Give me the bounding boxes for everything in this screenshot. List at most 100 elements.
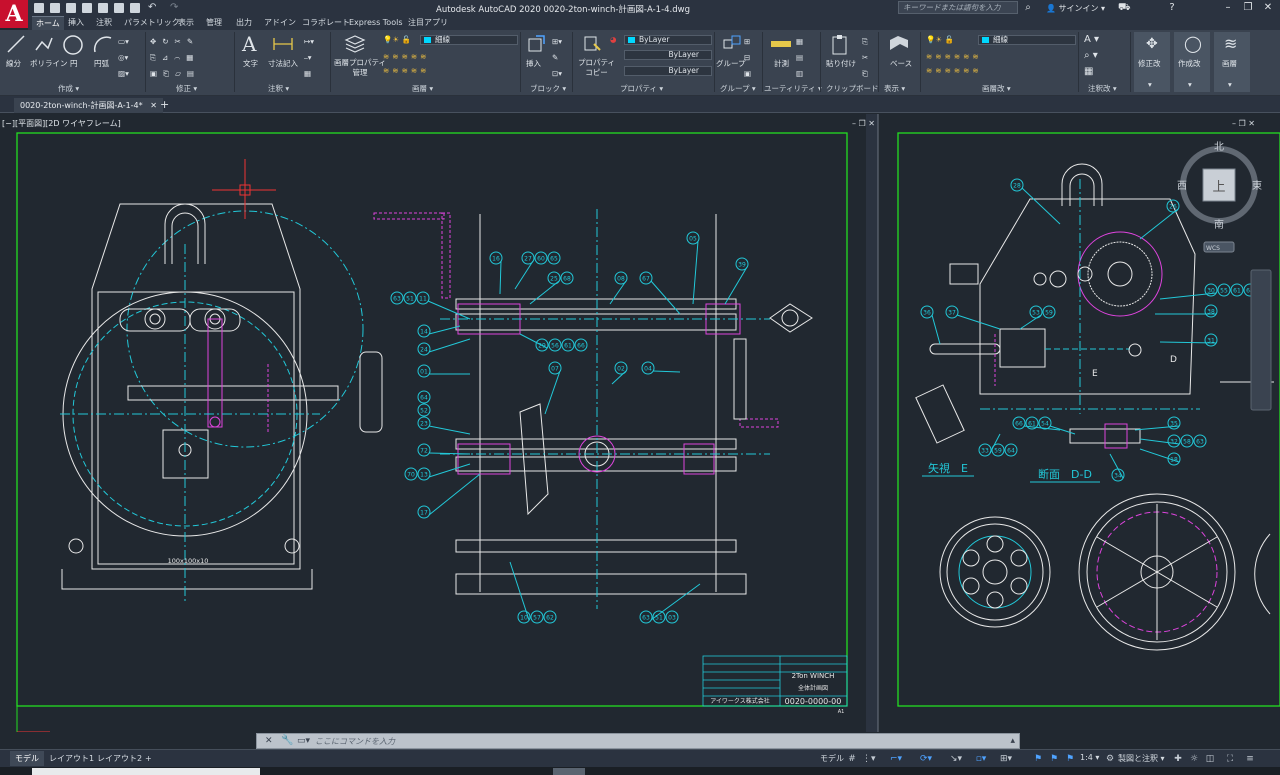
dimension-icon[interactable] (272, 34, 294, 54)
plus-icon[interactable]: ✚ (1172, 753, 1184, 765)
auto-scale-icon[interactable]: ⚑ (1048, 753, 1060, 765)
command-line[interactable]: ✕ 🔧 ▭▾ ここにコマンドを入力 ▴ (256, 733, 1020, 749)
osnap-icon[interactable]: ▫▾ (975, 753, 987, 765)
add-layout-button[interactable]: + (140, 751, 157, 766)
scale-dropdown[interactable]: 1:4 ▾ (1080, 753, 1099, 762)
tab-express-tools[interactable]: Express Tools (345, 16, 407, 30)
tab-addins[interactable]: アドイン (260, 16, 300, 30)
insert-block-icon[interactable] (526, 34, 546, 54)
grid-icon[interactable]: # (846, 753, 858, 765)
search-icon[interactable]: ⌕ (1022, 2, 1034, 14)
block-panel-title[interactable]: ブロック ▾ (530, 83, 566, 95)
utilities-panel-title[interactable]: ユーティリティ ▾ (764, 83, 822, 95)
annotation2-tools[interactable]: A ▾ ⌕ ▾ ▦ (1084, 32, 1099, 80)
tab-manage[interactable]: 管理 (202, 16, 226, 30)
layer-tools[interactable]: ≋≋≋≋≋ ≋≋≋≋≋ (383, 50, 429, 78)
search-input[interactable]: キーワードまたは語句を入力 (898, 1, 1018, 14)
save-as-icon[interactable] (82, 3, 92, 13)
create2-button[interactable]: ◯ 作成改 ▾ (1174, 32, 1210, 92)
document-tab[interactable]: 0020-2ton-winch-計画図-A-1-4* ✕ (14, 98, 163, 113)
workspace-dropdown[interactable]: 製図と注釈 ▾ (1118, 753, 1165, 764)
signin-button[interactable]: 👤 サインイン ▾ (1046, 3, 1105, 14)
base-button[interactable]: ベース (890, 58, 912, 69)
plot-icon[interactable] (114, 3, 124, 13)
web-icon[interactable] (98, 3, 108, 13)
tab-featured-apps[interactable]: 注目アプリ (404, 16, 452, 30)
modify2-button[interactable]: ✥ 修正改 ▾ (1134, 32, 1170, 92)
groups-panel-title[interactable]: グループ ▾ (720, 83, 756, 95)
group-button[interactable]: グループ (716, 58, 746, 69)
color-dropdown[interactable]: ByLayer (624, 35, 712, 45)
snap-icon[interactable]: ⋮▾ (862, 753, 876, 765)
workspace-gear-icon[interactable]: ⚙ (1104, 753, 1116, 765)
arc-icon[interactable] (92, 34, 114, 56)
text-button[interactable]: 文字 (243, 58, 258, 69)
layers2-panel-title[interactable]: 画層改 ▾ (982, 83, 1011, 95)
polar-icon[interactable]: ⟳▾ (920, 753, 932, 765)
view-panel-title[interactable]: 表示 ▾ (884, 83, 905, 95)
ortho-icon[interactable]: ⌐▾ (890, 753, 902, 765)
annotation-panel-title[interactable]: 注釈 ▾ (268, 83, 289, 95)
redo-icon[interactable]: ↷ (170, 3, 180, 13)
layer-properties-button[interactable]: 画層プロパティ 管理 (334, 58, 386, 78)
annotation-small-tools[interactable]: ↦▾ ⎯▾ ▦ (304, 34, 314, 82)
properties-panel-title[interactable]: プロパティ ▾ (620, 83, 663, 95)
lineweight-dropdown[interactable]: ByLayer (624, 66, 712, 76)
add-tab-icon[interactable]: + (160, 98, 169, 111)
utility-small-tools[interactable]: ▦ ▤ ▥ (796, 34, 803, 82)
modify-panel-title[interactable]: 修正 ▾ (176, 83, 197, 95)
match-properties-button[interactable]: プロパティ コピー (578, 58, 615, 78)
command-input[interactable]: ここにコマンドを入力 (315, 736, 395, 747)
tab-output[interactable]: 出力 (232, 16, 256, 30)
paste-icon[interactable] (830, 34, 850, 56)
layer-state-icons[interactable]: 💡☀ 🔓 (383, 35, 411, 44)
layer-big-button[interactable]: ≋ 画層 ▾ (1214, 32, 1250, 92)
text-icon[interactable]: A (242, 32, 256, 56)
layer-properties-icon[interactable] (344, 34, 366, 56)
polyline-button[interactable]: ポリライン (30, 58, 68, 69)
layer2-dropdown[interactable]: 細線 (978, 35, 1076, 45)
line-button[interactable]: 線分 (6, 58, 21, 69)
circle-button[interactable]: 円 (70, 58, 78, 69)
minimize-icon[interactable]: – (1222, 2, 1234, 14)
annotation-visibility-icon[interactable]: ⚑ (1032, 753, 1044, 765)
tab-annotate[interactable]: 注釈 (92, 16, 116, 30)
drawing-canvas[interactable]: 100x100x10 16 27 60 65 25 68 08 67 05 39 63 51 11 14 2… (0, 114, 1280, 732)
isolate-icon[interactable]: ☼ (1188, 753, 1200, 765)
wrench-icon[interactable]: 🔧 (281, 735, 293, 746)
measure-icon[interactable] (770, 36, 792, 52)
paste-button[interactable]: 貼り付け (826, 58, 856, 69)
annotation-scale-icon[interactable]: ⚑ (1064, 753, 1076, 765)
line-icon[interactable] (6, 34, 26, 54)
tab-home[interactable]: ホーム (32, 16, 64, 30)
annotation2-panel-title[interactable]: 注釈改 ▾ (1088, 83, 1117, 95)
close-icon[interactable]: ✕ (1262, 2, 1274, 14)
tab-insert[interactable]: 挿入 (64, 16, 88, 30)
model-space-label[interactable]: モデル (820, 753, 844, 764)
clipboard-small-tools[interactable]: ⎘ ✂ ⎗ (862, 34, 868, 82)
circle-icon[interactable] (62, 34, 84, 56)
draw-panel-title[interactable]: 作成 ▾ (58, 83, 79, 95)
tab-view[interactable]: 表示 (174, 16, 198, 30)
open-icon[interactable] (50, 3, 60, 13)
layer2-state-icons[interactable]: 💡☀ 🔓 (926, 35, 954, 44)
hardware-icon[interactable]: ◫ (1204, 753, 1216, 765)
insert-button[interactable]: 挿入 (526, 58, 541, 69)
color-wheel-icon[interactable]: ◕ (610, 35, 617, 44)
layer2-tools[interactable]: ≋≋≋≋≋≋ ≋≋≋≋≋≋ (926, 50, 982, 78)
close-tab-icon[interactable]: ✕ (150, 101, 157, 110)
tab-layout2[interactable]: レイアウト2 (92, 751, 147, 766)
base-view-icon[interactable] (888, 34, 910, 54)
autocad-logo-icon[interactable]: A (0, 0, 28, 28)
group-icon[interactable] (722, 34, 742, 54)
save-icon[interactable] (66, 3, 76, 13)
undo-icon[interactable]: ↶ (148, 3, 158, 13)
cart-icon[interactable]: ⛟ (1118, 2, 1131, 14)
draw-small-tools[interactable]: ▭▾ ◎▾ ▨▾ (118, 34, 129, 82)
block-small-tools[interactable]: ⊞▾ ✎ ⊡▾ (552, 34, 562, 82)
otrack-icon[interactable]: ⊞▾ (1000, 753, 1012, 765)
tab-layout1[interactable]: レイアウト1 (44, 751, 99, 766)
tab-model[interactable]: モデル (10, 751, 44, 766)
layer-dropdown[interactable]: 細線 (420, 35, 518, 45)
group-small-tools[interactable]: ⊞ ⊟ ▣ (744, 34, 751, 82)
